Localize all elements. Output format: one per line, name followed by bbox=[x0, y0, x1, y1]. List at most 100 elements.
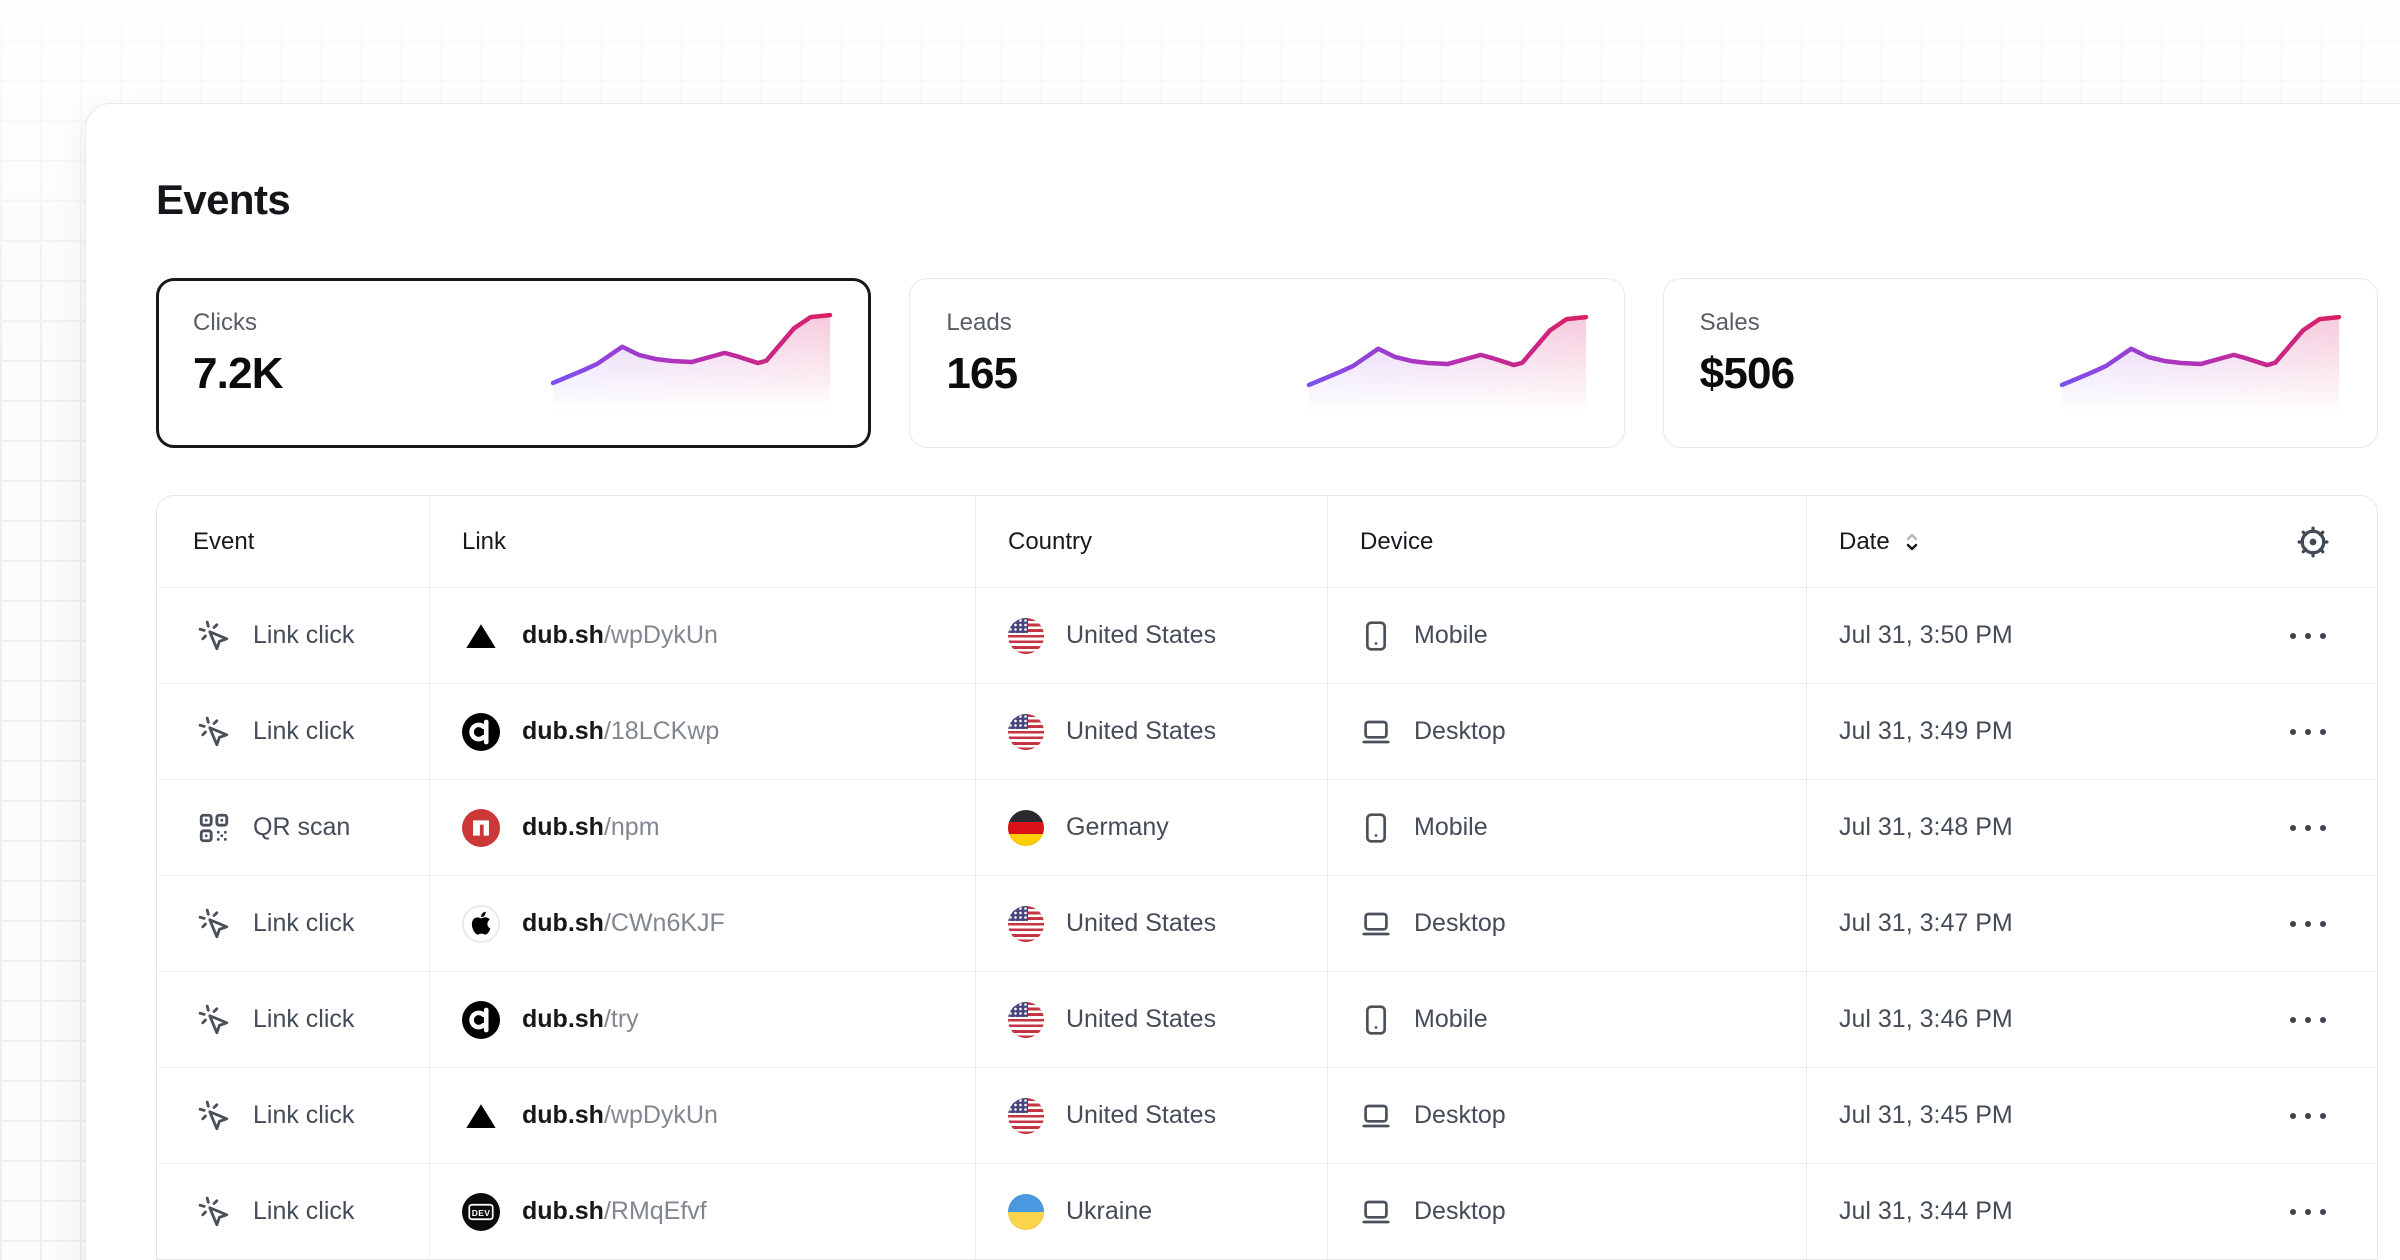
device-cell: Desktop bbox=[1327, 684, 1806, 779]
date-label: Jul 31, 3:50 PM bbox=[1839, 621, 2013, 650]
date-label: Jul 31, 3:46 PM bbox=[1839, 1005, 2013, 1034]
ellipsis-menu-icon bbox=[2305, 1209, 2311, 1215]
favicon-apple-icon bbox=[462, 905, 500, 943]
event-label: Link click bbox=[253, 1101, 354, 1130]
link-slug: /wpDykUn bbox=[604, 1101, 718, 1129]
ellipsis-menu-icon bbox=[2305, 1017, 2311, 1023]
favicon-vercel-icon bbox=[462, 617, 500, 655]
ellipsis-menu-icon bbox=[2320, 729, 2326, 735]
chevrons-up-down-icon bbox=[1900, 530, 1924, 554]
link-url: dub.sh/try bbox=[522, 1005, 639, 1034]
link-slug: /try bbox=[604, 1005, 639, 1033]
table-settings-button[interactable] bbox=[2293, 522, 2333, 562]
column-header-date: Date bbox=[1806, 496, 2377, 587]
table-body: Link click dub.sh/wpDykUn United States … bbox=[157, 587, 2377, 1259]
table-row: Link click dub.sh/wpDykUn United States … bbox=[157, 1067, 2377, 1163]
country-cell: United States bbox=[975, 972, 1327, 1067]
sparkline-chart bbox=[1309, 311, 1586, 413]
flag-us-icon bbox=[1008, 906, 1044, 942]
column-header-country: Country bbox=[975, 496, 1327, 587]
cursor-click-icon bbox=[197, 1195, 231, 1229]
link-url: dub.sh/wpDykUn bbox=[522, 621, 718, 650]
row-menu-button[interactable] bbox=[2286, 1103, 2330, 1129]
country-label: United States bbox=[1066, 1005, 1216, 1034]
link-cell: dub.sh/try bbox=[429, 972, 975, 1067]
link-slug: /RMqEfvf bbox=[604, 1197, 707, 1225]
column-label: Country bbox=[1008, 528, 1092, 556]
laptop-icon bbox=[1360, 1100, 1392, 1132]
event-label: Link click bbox=[253, 909, 354, 938]
flag-us-icon bbox=[1008, 618, 1044, 654]
device-label: Mobile bbox=[1414, 813, 1488, 842]
gear-icon bbox=[2296, 525, 2330, 559]
link-slug: /18LCKwp bbox=[604, 717, 719, 745]
device-cell: Desktop bbox=[1327, 1068, 1806, 1163]
country-cell: United States bbox=[975, 876, 1327, 971]
country-cell: United States bbox=[975, 684, 1327, 779]
country-cell: United States bbox=[975, 1068, 1327, 1163]
ellipsis-menu-icon bbox=[2320, 825, 2326, 831]
row-menu-button[interactable] bbox=[2286, 719, 2330, 745]
stat-card-sales[interactable]: Sales $506 bbox=[1663, 278, 2378, 448]
column-header-event: Event bbox=[157, 496, 429, 587]
ellipsis-menu-icon bbox=[2320, 1113, 2326, 1119]
row-menu-button[interactable] bbox=[2286, 1007, 2330, 1033]
event-cell: Link click bbox=[157, 1164, 429, 1259]
date-cell: Jul 31, 3:44 PM bbox=[1806, 1164, 2377, 1259]
flag-us-icon bbox=[1008, 1002, 1044, 1038]
country-label: United States bbox=[1066, 621, 1216, 650]
flag-ua-icon bbox=[1008, 1194, 1044, 1230]
country-cell: Germany bbox=[975, 780, 1327, 875]
date-label: Jul 31, 3:48 PM bbox=[1839, 813, 2013, 842]
table-row: QR scan dub.sh/npm Germany Mobile Jul 31… bbox=[157, 779, 2377, 875]
link-domain: dub.sh bbox=[522, 1101, 604, 1129]
favicon-dev-icon: DEV bbox=[462, 1193, 500, 1231]
link-url: dub.sh/RMqEfvf bbox=[522, 1197, 707, 1226]
date-cell: Jul 31, 3:46 PM bbox=[1806, 972, 2377, 1067]
device-label: Desktop bbox=[1414, 1101, 1506, 1130]
event-cell: Link click bbox=[157, 876, 429, 971]
ellipsis-menu-icon bbox=[2305, 729, 2311, 735]
link-domain: dub.sh bbox=[522, 909, 604, 937]
qr-code-icon bbox=[197, 811, 231, 845]
column-label: Date bbox=[1839, 528, 1890, 556]
link-slug: /wpDykUn bbox=[604, 621, 718, 649]
laptop-icon bbox=[1360, 1196, 1392, 1228]
date-sort-button[interactable] bbox=[1896, 526, 1928, 558]
ellipsis-menu-icon bbox=[2290, 825, 2296, 831]
date-label: Jul 31, 3:47 PM bbox=[1839, 909, 2013, 938]
table-header-row: Event Link Country Device Date bbox=[157, 496, 2377, 587]
date-cell: Jul 31, 3:50 PM bbox=[1806, 588, 2377, 683]
ellipsis-menu-icon bbox=[2290, 729, 2296, 735]
event-cell: Link click bbox=[157, 1068, 429, 1163]
cursor-click-icon bbox=[197, 619, 231, 653]
device-label: Mobile bbox=[1414, 1005, 1488, 1034]
event-cell: QR scan bbox=[157, 780, 429, 875]
link-domain: dub.sh bbox=[522, 717, 604, 745]
events-table: Event Link Country Device Date bbox=[156, 495, 2378, 1260]
column-label: Device bbox=[1360, 528, 1433, 556]
laptop-icon bbox=[1360, 716, 1392, 748]
device-label: Desktop bbox=[1414, 1197, 1506, 1226]
ellipsis-menu-icon bbox=[2305, 825, 2311, 831]
events-panel: Events Clicks 7.2K Leads 165 Sales $506 bbox=[85, 103, 2400, 1260]
row-menu-button[interactable] bbox=[2286, 1199, 2330, 1225]
row-menu-button[interactable] bbox=[2286, 623, 2330, 649]
event-cell: Link click bbox=[157, 588, 429, 683]
device-cell: Mobile bbox=[1327, 972, 1806, 1067]
table-row: Link click DEV dub.sh/RMqEfvf Ukraine De… bbox=[157, 1163, 2377, 1259]
row-menu-button[interactable] bbox=[2286, 911, 2330, 937]
cursor-click-icon bbox=[197, 907, 231, 941]
stat-card-clicks[interactable]: Clicks 7.2K bbox=[156, 278, 871, 448]
page-title: Events bbox=[156, 176, 2378, 224]
country-cell: Ukraine bbox=[975, 1164, 1327, 1259]
country-label: Germany bbox=[1066, 813, 1169, 842]
country-cell: United States bbox=[975, 588, 1327, 683]
link-cell: dub.sh/wpDykUn bbox=[429, 588, 975, 683]
cursor-click-icon bbox=[197, 1003, 231, 1037]
stat-card-leads[interactable]: Leads 165 bbox=[909, 278, 1624, 448]
date-label: Jul 31, 3:49 PM bbox=[1839, 717, 2013, 746]
link-domain: dub.sh bbox=[522, 1197, 604, 1225]
event-cell: Link click bbox=[157, 684, 429, 779]
row-menu-button[interactable] bbox=[2286, 815, 2330, 841]
